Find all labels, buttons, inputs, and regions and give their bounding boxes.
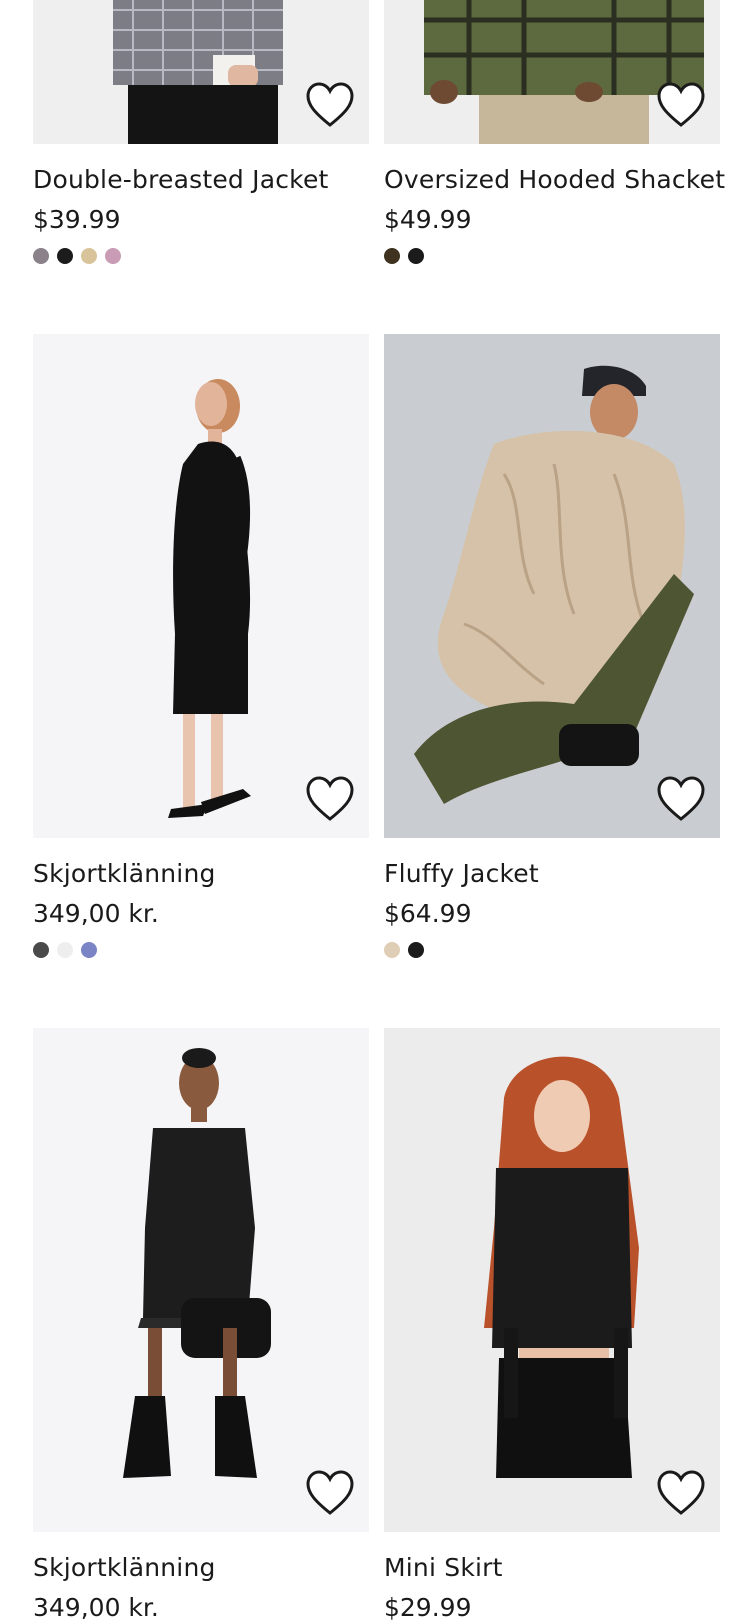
product-grid: Double-breasted Jacket $39.99 Oversized … [33, 0, 725, 1624]
color-swatch[interactable] [384, 248, 400, 264]
favorite-heart-icon[interactable] [305, 81, 355, 129]
color-swatches [33, 940, 369, 960]
product-title[interactable]: Mini Skirt [384, 1552, 720, 1584]
product-title[interactable]: Skjortklänning [33, 858, 369, 890]
product-photo [414, 365, 694, 804]
product-card[interactable]: Oversized Hooded Shacket $49.99 [384, 0, 725, 266]
color-swatch[interactable] [81, 942, 97, 958]
product-title[interactable]: Fluffy Jacket [384, 858, 720, 890]
product-image[interactable] [384, 1028, 720, 1532]
product-price: 349,00 kr. [33, 1593, 159, 1622]
product-card[interactable]: Fluffy Jacket $64.99 [384, 334, 720, 960]
color-swatch[interactable] [408, 942, 424, 958]
color-swatch[interactable] [408, 248, 424, 264]
color-swatches [33, 246, 369, 266]
product-card[interactable]: Skjortklänning 349,00 kr. [33, 1028, 369, 1624]
product-price: $29.99 [384, 1593, 472, 1622]
product-title[interactable]: Oversized Hooded Shacket [384, 164, 725, 196]
favorite-heart-icon[interactable] [656, 1469, 706, 1517]
product-photo [484, 1056, 639, 1478]
product-photo [168, 379, 251, 818]
color-swatch[interactable] [105, 248, 121, 264]
product-title[interactable]: Double-breasted Jacket [33, 164, 369, 196]
product-image[interactable] [384, 334, 720, 838]
product-price: 349,00 kr. [33, 899, 159, 928]
product-image[interactable] [33, 334, 369, 838]
product-card[interactable]: Double-breasted Jacket $39.99 [33, 0, 369, 266]
color-swatch[interactable] [57, 248, 73, 264]
product-price: $49.99 [384, 205, 472, 234]
color-swatch[interactable] [57, 942, 73, 958]
product-photo [123, 1048, 271, 1478]
product-image[interactable] [33, 1028, 369, 1532]
color-swatches [384, 246, 720, 266]
product-image[interactable] [33, 0, 369, 144]
favorite-heart-icon[interactable] [656, 775, 706, 823]
favorite-heart-icon[interactable] [305, 775, 355, 823]
favorite-heart-icon[interactable] [305, 1469, 355, 1517]
product-price: $64.99 [384, 899, 472, 928]
product-card[interactable]: Skjortklänning 349,00 kr. [33, 334, 369, 960]
product-title[interactable]: Skjortklänning [33, 1552, 369, 1584]
color-swatch[interactable] [384, 942, 400, 958]
product-card[interactable]: Mini Skirt $29.99 [384, 1028, 720, 1624]
favorite-heart-icon[interactable] [656, 81, 706, 129]
color-swatch[interactable] [33, 942, 49, 958]
product-image[interactable] [384, 0, 720, 144]
color-swatch[interactable] [81, 248, 97, 264]
color-swatch[interactable] [33, 248, 49, 264]
product-price: $39.99 [33, 205, 121, 234]
color-swatches [384, 940, 720, 960]
